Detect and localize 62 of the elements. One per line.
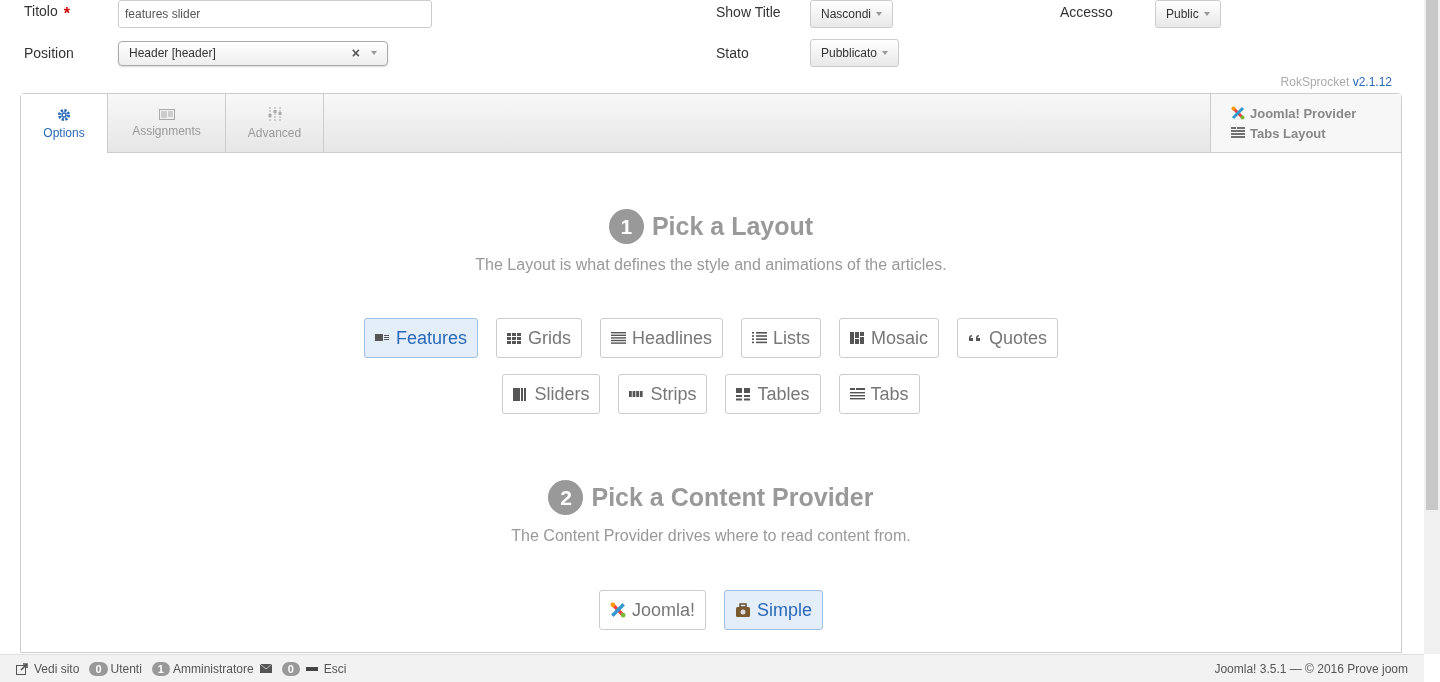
gear-icon [57, 107, 71, 122]
layout-option[interactable]: Lists [741, 318, 822, 358]
step-description: The Layout is what defines the style and animations of the articles. [475, 256, 947, 274]
table-icon [736, 387, 752, 401]
mail-icon [259, 664, 272, 673]
layout-option[interactable]: Quotes [957, 318, 1059, 358]
count-badge: 1 [151, 661, 170, 676]
count-badge: 0 [281, 661, 300, 676]
sliders-icon [266, 106, 283, 122]
provider-label: Joomla! Provider [1250, 105, 1357, 121]
users-label: Utenti [110, 661, 142, 676]
briefcase-icon [735, 602, 751, 618]
title-field[interactable]: features slider [118, 0, 432, 28]
layout-option[interactable]: Grids [495, 318, 582, 358]
tab[interactable]: Advanced [226, 94, 324, 152]
version-link[interactable]: v2.1.12 [1352, 75, 1392, 89]
list-icon [752, 331, 767, 345]
provider-option[interactable]: Simple [724, 590, 824, 630]
minus-icon [305, 666, 318, 671]
layout-option[interactable]: Headlines [599, 318, 723, 358]
grid-icon [506, 331, 522, 345]
field-label: Titolo [24, 3, 58, 19]
logout-link[interactable]: Esci [323, 661, 347, 676]
position-select[interactable]: Header [header] × [118, 40, 388, 66]
columns-icon [513, 387, 529, 401]
required-mark: * [63, 5, 70, 23]
joomla-logo-icon [1231, 106, 1245, 120]
field-label: Position [24, 45, 74, 61]
tabs-icon [849, 387, 865, 401]
scrollbar[interactable] [1424, 0, 1440, 654]
status-dropdown[interactable]: Pubblicato [810, 39, 900, 67]
admins-label: Amministratore [173, 661, 254, 676]
footer-text: Joomla! 3.5.1 — © 2016 Prove joom [1214, 661, 1408, 676]
joomla-logo-icon [609, 602, 626, 618]
step-title: Pick a Content Provider [591, 483, 874, 512]
access-dropdown[interactable]: Public [1155, 0, 1221, 28]
layout-option[interactable]: Sliders [502, 374, 601, 414]
field-label: Accesso [1060, 4, 1113, 20]
layout-option[interactable]: Tabs [838, 374, 920, 414]
layout-option[interactable]: Mosaic [839, 318, 940, 358]
tab[interactable]: Options [21, 94, 108, 153]
layout-panel-icon [158, 108, 175, 120]
step-description: The Content Provider drives where to read content from. [511, 527, 911, 545]
show-title-dropdown[interactable]: Nascondi [810, 0, 894, 28]
field-label: Show Title [716, 4, 781, 20]
tab[interactable]: Assignments [108, 94, 226, 152]
mosaic-icon [850, 331, 866, 345]
layout-option[interactable]: Features [363, 318, 478, 358]
lines-icon [610, 331, 626, 345]
step-title: Pick a Layout [651, 212, 814, 241]
provider-option[interactable]: Joomla! [598, 590, 706, 630]
field-label: Stato [716, 45, 749, 61]
layout-label: Tabs Layout [1250, 125, 1326, 141]
layout-option[interactable]: Tables [725, 374, 821, 414]
step-number: 2 [548, 480, 584, 515]
view-site-link[interactable]: Vedi sito [34, 661, 80, 676]
step-number: 1 [608, 209, 644, 244]
layout-option[interactable]: Strips [618, 374, 708, 414]
count-badge: 0 [89, 661, 108, 676]
tabs-icon [1231, 127, 1245, 139]
external-link-icon[interactable] [16, 662, 28, 675]
product-name: RokSprocket [1280, 75, 1350, 89]
